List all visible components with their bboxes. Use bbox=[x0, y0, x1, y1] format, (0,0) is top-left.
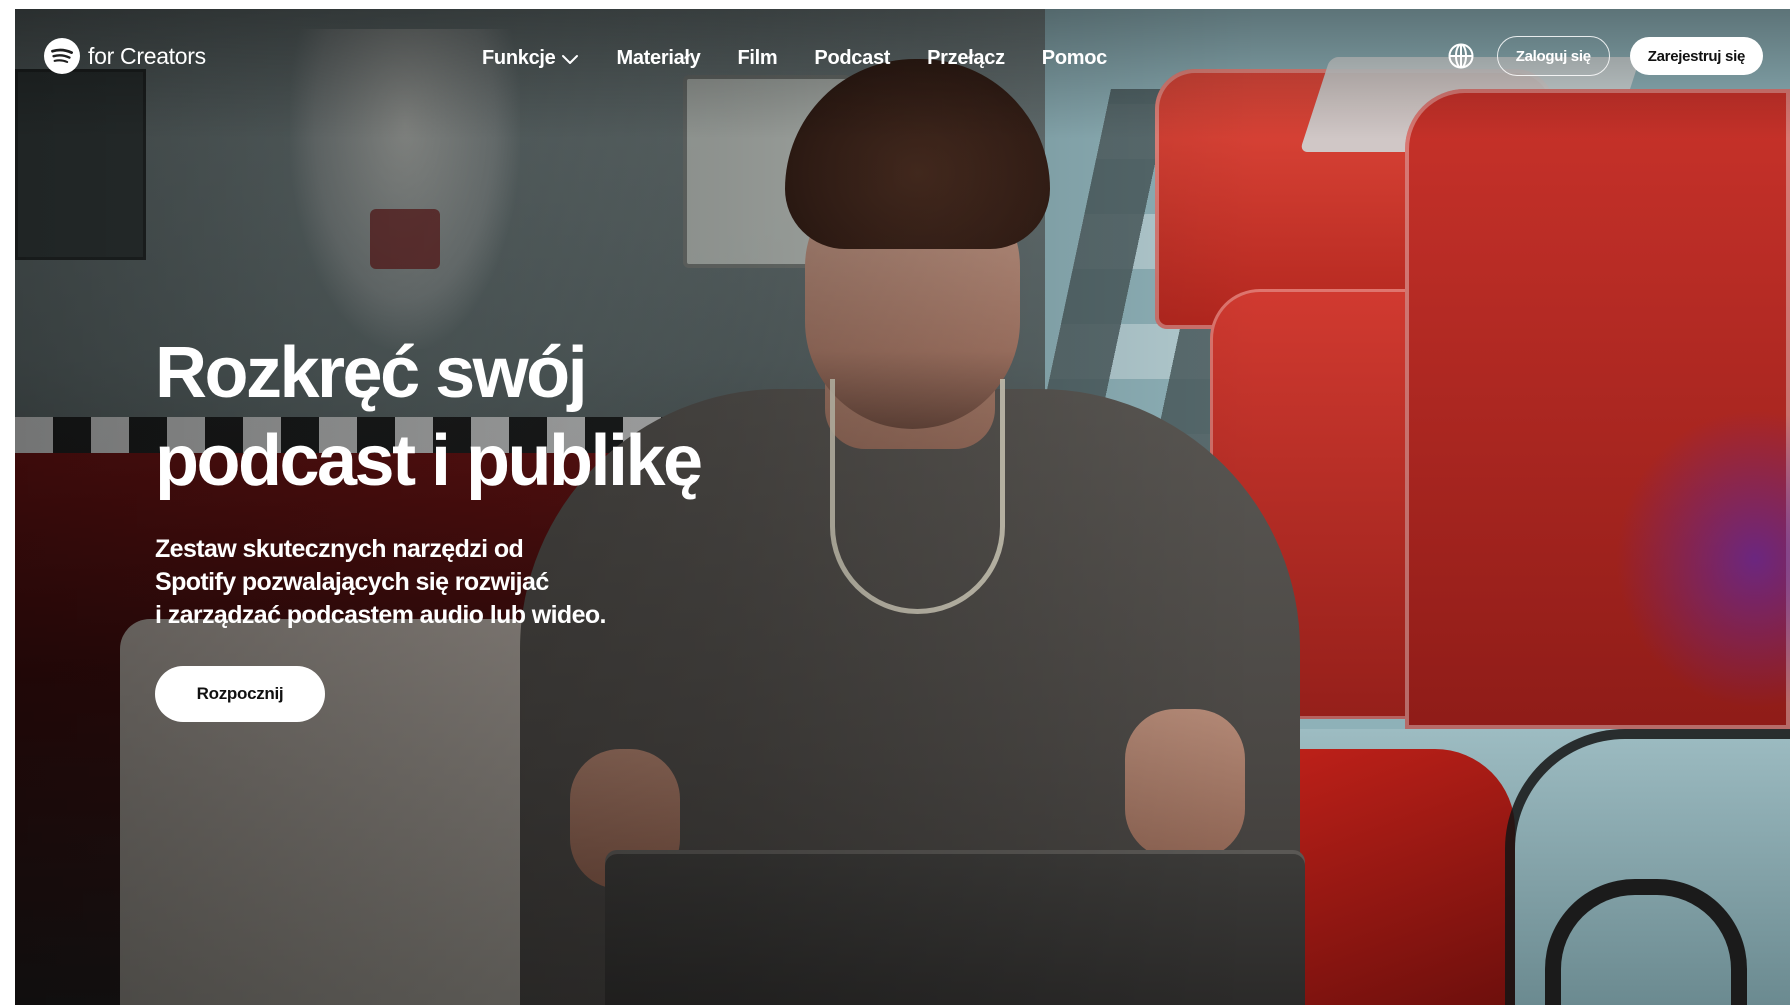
nav-item-pomoc[interactable]: Pomoc bbox=[1042, 47, 1107, 70]
get-started-button[interactable]: Rozpocznij bbox=[155, 666, 325, 722]
spotify-logo-icon bbox=[44, 38, 80, 74]
nav-item-film[interactable]: Film bbox=[738, 47, 778, 70]
login-button[interactable]: Zaloguj się bbox=[1496, 36, 1610, 76]
nav-item-podcast[interactable]: Podcast bbox=[814, 47, 890, 70]
site-header: for Creators Funkcje Materiały Film Podc… bbox=[15, 9, 1790, 101]
nav-item-label: Podcast bbox=[814, 47, 891, 69]
signup-button[interactable]: Zarejestruj się bbox=[1629, 37, 1763, 75]
hero-subtitle: Zestaw skutecznych narzędzi od Spotify p… bbox=[155, 533, 715, 632]
nav-item-label: Materiały bbox=[616, 47, 701, 69]
nav-item-label: Funkcje bbox=[482, 47, 556, 69]
hero-title: Rozkręć swój podcast i publikę bbox=[155, 329, 855, 505]
chevron-down-icon bbox=[562, 54, 579, 64]
nav-item-label: Film bbox=[737, 47, 778, 69]
hero-subtitle-line: Zestaw skutecznych narzędzi od bbox=[155, 535, 524, 563]
logo-link[interactable]: for Creators bbox=[44, 36, 206, 76]
logo-text: for Creators bbox=[88, 42, 206, 69]
globe-icon[interactable] bbox=[1447, 42, 1475, 70]
header-actions: Zaloguj się Zarejestruj się bbox=[1447, 36, 1763, 76]
hero-section: for Creators Funkcje Materiały Film Podc… bbox=[15, 9, 1790, 1005]
hero-title-line: podcast i publikę bbox=[155, 421, 703, 501]
hero-subtitle-line: i zarządzać podcastem audio lub wideo. bbox=[155, 601, 607, 629]
nav-item-przelacz[interactable]: Przełącz bbox=[927, 47, 1005, 70]
main-nav: Funkcje Materiały Film Podcast Przełącz … bbox=[482, 47, 1144, 70]
nav-item-funkcje[interactable]: Funkcje bbox=[482, 47, 579, 70]
hero-title-line: Rozkręć swój bbox=[155, 333, 588, 413]
nav-item-materialy[interactable]: Materiały bbox=[616, 47, 700, 70]
nav-item-label: Przełącz bbox=[927, 47, 1005, 69]
hero-content: Rozkręć swój podcast i publikę Zestaw sk… bbox=[155, 329, 855, 722]
nav-item-label: Pomoc bbox=[1041, 47, 1107, 69]
hero-subtitle-line: Spotify pozwalających się rozwijać bbox=[155, 568, 549, 596]
